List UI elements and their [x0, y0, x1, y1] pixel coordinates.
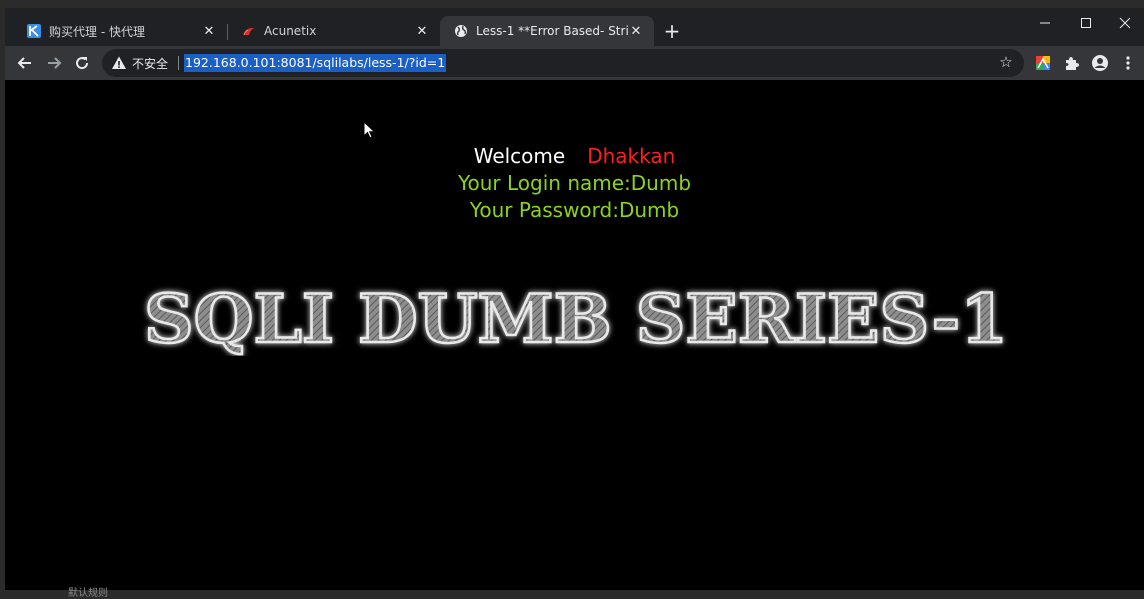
back-button[interactable]: [13, 51, 37, 75]
reload-icon: [76, 57, 89, 70]
sqli-banner: SQLI DUMB SERIES-1: [143, 279, 1010, 356]
forward-icon: [48, 57, 62, 69]
close-icon[interactable]: ✕: [628, 23, 644, 39]
tab-less-1[interactable]: Less-1 **Error Based- String** ✕: [440, 16, 654, 46]
puzzle-extensions-icon[interactable]: [1061, 53, 1081, 73]
page-viewport: Welcome Dhakkan Your Login name:Dumb Your…: [5, 80, 1144, 590]
tab-title: 购买代理 - 快代理: [49, 24, 145, 39]
login-name-line: Your Login name:Dumb: [457, 171, 692, 195]
close-window-button[interactable]: [1105, 8, 1144, 38]
minimize-button[interactable]: [1025, 8, 1065, 38]
address-bar[interactable]: 不安全 192.168.0.101:8081/sqlilabs/less-1/?…: [102, 49, 1024, 77]
background-text: 默认规则: [68, 588, 108, 599]
kuaidaili-favicon: [27, 24, 41, 38]
welcome-name: Dhakkan: [587, 144, 676, 168]
tab-kuaidaili[interactable]: 购买代理 - 快代理 ✕: [13, 16, 227, 46]
tab-acunetix[interactable]: Acunetix ✕: [228, 16, 440, 46]
globe-icon: [454, 24, 468, 38]
extension-colorful-icon[interactable]: [1033, 53, 1053, 73]
url-text[interactable]: 192.168.0.101:8081/sqlilabs/less-1/?id=1: [184, 54, 447, 72]
divider: [178, 56, 179, 70]
mouse-pointer-icon: [363, 121, 376, 139]
close-icon[interactable]: ✕: [414, 23, 430, 39]
bookmark-star-icon[interactable]: ☆: [997, 53, 1015, 71]
maximize-button[interactable]: [1066, 8, 1106, 38]
security-status-label[interactable]: 不安全: [132, 55, 168, 72]
acunetix-favicon: [242, 24, 256, 38]
browser-window: 购买代理 - 快代理 ✕ Acunetix ✕ Less-1 **Error B…: [5, 8, 1144, 590]
profile-icon[interactable]: [1090, 53, 1110, 73]
tab-title: Acunetix: [264, 24, 317, 38]
tab-strip: 购买代理 - 快代理 ✕ Acunetix ✕ Less-1 **Error B…: [5, 8, 1144, 46]
tab-title: Less-1 **Error Based- String**: [476, 24, 628, 38]
close-icon[interactable]: ✕: [201, 23, 217, 39]
welcome-label: Welcome: [473, 144, 566, 168]
password-line: Your Password:Dumb: [469, 198, 680, 222]
browser-toolbar: 不安全 192.168.0.101:8081/sqlilabs/less-1/?…: [5, 46, 1144, 80]
banner-text: SQLI DUMB SERIES-1: [144, 280, 1008, 356]
forward-button[interactable]: [42, 51, 66, 75]
new-tab-button[interactable]: +: [661, 20, 683, 42]
welcome-line: Welcome Dhakkan: [5, 143, 1144, 170]
warning-icon: [112, 56, 126, 69]
menu-kebab-icon[interactable]: [1118, 53, 1138, 73]
back-icon: [17, 57, 31, 69]
reload-button[interactable]: [70, 51, 94, 75]
background-window-strip: 默认规则: [0, 588, 1144, 599]
